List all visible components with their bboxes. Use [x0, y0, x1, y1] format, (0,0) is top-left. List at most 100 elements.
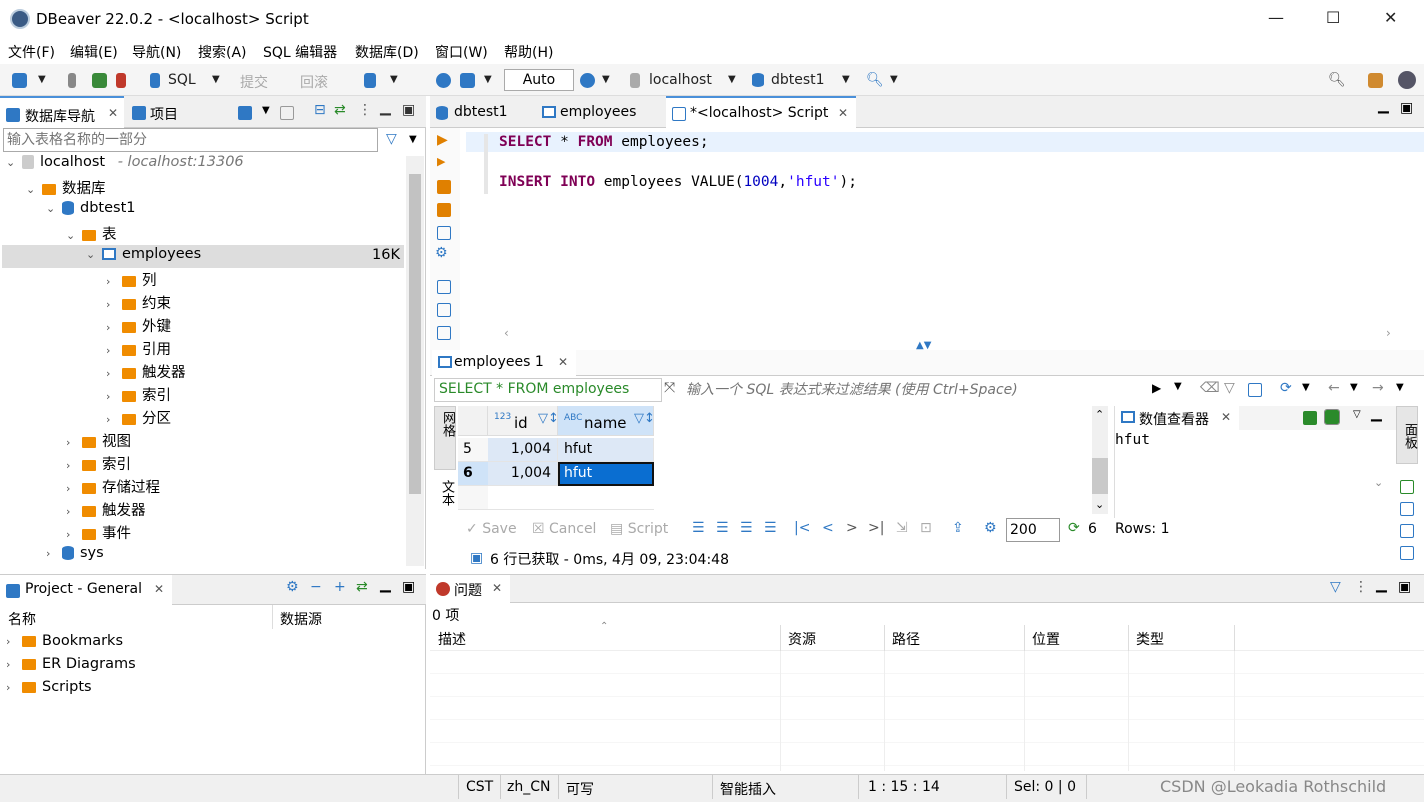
tree-item-indexes[interactable]: › 索引	[106, 384, 171, 405]
save-button[interactable]: ✓ Save	[466, 521, 517, 537]
clear-filter-icon[interactable]: ⌫	[1200, 380, 1220, 396]
disconnect-icon[interactable]	[116, 73, 126, 88]
chevron-down-icon[interactable]: ⌄	[66, 229, 82, 242]
column-header-path[interactable]: 路径	[892, 629, 920, 649]
close-icon[interactable]: ✕	[108, 106, 118, 120]
chevron-down-icon[interactable]: ⌄	[1095, 498, 1104, 511]
chevron-right-icon[interactable]: ›	[106, 390, 122, 403]
chevron-right-icon[interactable]: ›	[66, 436, 82, 449]
query-text-box[interactable]: SELECT * FROM employees	[434, 378, 662, 402]
first-page-icon[interactable]: |<	[794, 520, 810, 536]
panel-toggle-icon[interactable]	[1400, 524, 1414, 538]
tab-value-viewer[interactable]: 数值查看器 ✕	[1115, 406, 1239, 430]
refresh-icon[interactable]: ⟳	[1068, 520, 1080, 536]
tree-item-employees[interactable]: ⌄ employees	[86, 246, 201, 262]
tree-item-databases[interactable]: ⌄ 数据库	[26, 177, 106, 198]
chevron-right-icon[interactable]: ›	[106, 413, 122, 426]
tab-project-general[interactable]: Project - General ✕	[0, 575, 172, 605]
tab-problems[interactable]: 问题 ✕	[430, 575, 510, 603]
chevron-down-icon[interactable]: ▼	[484, 74, 492, 85]
filter-history-icon[interactable]	[1248, 383, 1262, 397]
tree-item-sys[interactable]: › sys	[46, 545, 104, 561]
navigator-filter-input[interactable]	[3, 128, 378, 152]
table-cell-name-selected[interactable]: hfut	[558, 462, 654, 486]
search-icon[interactable]: 🔍︎	[866, 72, 884, 88]
row-number-selected[interactable]: 6	[458, 462, 488, 486]
project-item-bookmarks[interactable]: › Bookmarks	[6, 633, 123, 649]
tree-item-localhost[interactable]: ⌄ localhost - localhost:13306	[6, 154, 244, 170]
chevron-down-icon[interactable]: ▼	[602, 74, 610, 85]
panel-toggle-icon[interactable]	[1400, 546, 1414, 560]
dbeaver-perspective-icon[interactable]	[1398, 71, 1416, 89]
tab-database-navigator[interactable]: 数据库导航 ✕	[0, 96, 124, 128]
menu-window[interactable]: 窗口(W)	[435, 42, 488, 62]
tab-script-active[interactable]: *<localhost> Script ✕	[666, 96, 856, 128]
column-header-location[interactable]: 位置	[1032, 629, 1060, 649]
pending-transactions-icon[interactable]	[460, 73, 475, 88]
link-with-editor-icon[interactable]: ⇄	[356, 579, 368, 595]
minimize-view-icon[interactable]: ▁	[1371, 406, 1382, 422]
sort-filter-icon[interactable]: ▽↕	[634, 411, 655, 426]
chevron-up-icon[interactable]: ⌃	[1095, 408, 1104, 421]
tree-item-employees-selected[interactable]	[2, 245, 404, 268]
script-button[interactable]: ▤ Script	[610, 521, 668, 537]
chevron-right-icon[interactable]: ›	[106, 298, 122, 311]
sql-line-1[interactable]: SELECT * FROM employees;	[499, 134, 709, 150]
link-with-editor-icon[interactable]: ⇄	[334, 102, 346, 118]
expand-icon[interactable]: ⤧	[664, 380, 675, 396]
execute-script-icon[interactable]	[437, 180, 451, 194]
chevron-down-icon[interactable]: ▼	[38, 74, 46, 85]
transaction-log-icon[interactable]	[436, 73, 451, 88]
auto-apply-icon[interactable]	[1324, 409, 1340, 425]
minimize-view-icon[interactable]: ▁	[380, 577, 391, 593]
chevron-right-icon[interactable]: ›	[106, 367, 122, 380]
new-connection-icon[interactable]	[12, 73, 27, 88]
back-icon[interactable]: ←	[1328, 380, 1340, 396]
tree-item-partitions[interactable]: › 分区	[106, 407, 171, 428]
scrollbar-thumb[interactable]	[409, 174, 421, 494]
chevron-down-icon[interactable]: ⌄	[6, 156, 22, 169]
chevron-down-icon[interactable]: ▼	[1174, 381, 1182, 392]
maximize-view-icon[interactable]: ▣	[402, 579, 415, 595]
project-item-er-diagrams[interactable]: › ER Diagrams	[6, 656, 136, 672]
minimize-view-icon[interactable]: ▁	[1378, 98, 1389, 114]
menu-sql-editor[interactable]: SQL 编辑器	[263, 42, 337, 62]
fetch-next-icon[interactable]: ⇲	[896, 520, 908, 536]
transaction-mode-icon[interactable]	[364, 73, 376, 88]
active-database-selector[interactable]: dbtest1	[771, 72, 825, 88]
sort-filter-icon[interactable]: ▽↕	[538, 411, 559, 426]
gear-icon[interactable]: ⚙	[984, 520, 997, 536]
column-header-id[interactable]: 123 id ▽↕	[488, 406, 559, 436]
tree-item-columns[interactable]: › 列	[106, 269, 157, 290]
export-icon[interactable]	[437, 326, 451, 340]
side-tab-text[interactable]: 文本	[434, 476, 456, 536]
column-header-type[interactable]: 类型	[1136, 629, 1164, 649]
menu-navigate[interactable]: 导航(N)	[132, 42, 181, 62]
column-header-name[interactable]: ABC name ▽↕	[558, 406, 655, 436]
chevron-right-icon[interactable]: ›	[106, 275, 122, 288]
tab-dbtest1[interactable]: dbtest1	[454, 104, 508, 120]
tree-item-db-triggers[interactable]: › 触发器	[66, 499, 146, 520]
copy-row-icon[interactable]: ☰	[740, 520, 753, 536]
column-header-resource[interactable]: 资源	[788, 629, 816, 649]
save-icon[interactable]	[1303, 411, 1317, 425]
scroll-left-icon[interactable]: ‹	[504, 326, 509, 340]
maximize-view-icon[interactable]: ▣	[1398, 579, 1411, 595]
gear-icon[interactable]: ⚙	[435, 245, 448, 261]
history-icon[interactable]	[580, 73, 595, 88]
active-connection-selector[interactable]: localhost	[649, 72, 712, 88]
load-script-icon[interactable]	[437, 280, 451, 294]
tab-employees[interactable]: employees	[560, 104, 636, 120]
navigator-scrollbar[interactable]	[406, 156, 424, 566]
auto-commit-mode-button[interactable]: Auto	[504, 69, 574, 91]
sql-button[interactable]: SQL	[168, 72, 196, 88]
column-header-datasource[interactable]: 数据源	[280, 609, 322, 629]
commit-button[interactable]: 提交	[240, 72, 268, 92]
chevron-right-icon[interactable]: ›	[66, 482, 82, 495]
chevron-down-icon[interactable]: ▼	[409, 134, 417, 145]
tree-item-foreign-keys[interactable]: › 外键	[106, 315, 171, 336]
view-menu-icon[interactable]: ⋮	[1354, 579, 1368, 595]
tree-item-constraints[interactable]: › 约束	[106, 292, 171, 313]
new-folder-icon[interactable]	[280, 106, 294, 120]
execute-statement-icon[interactable]: ▶	[437, 132, 448, 148]
